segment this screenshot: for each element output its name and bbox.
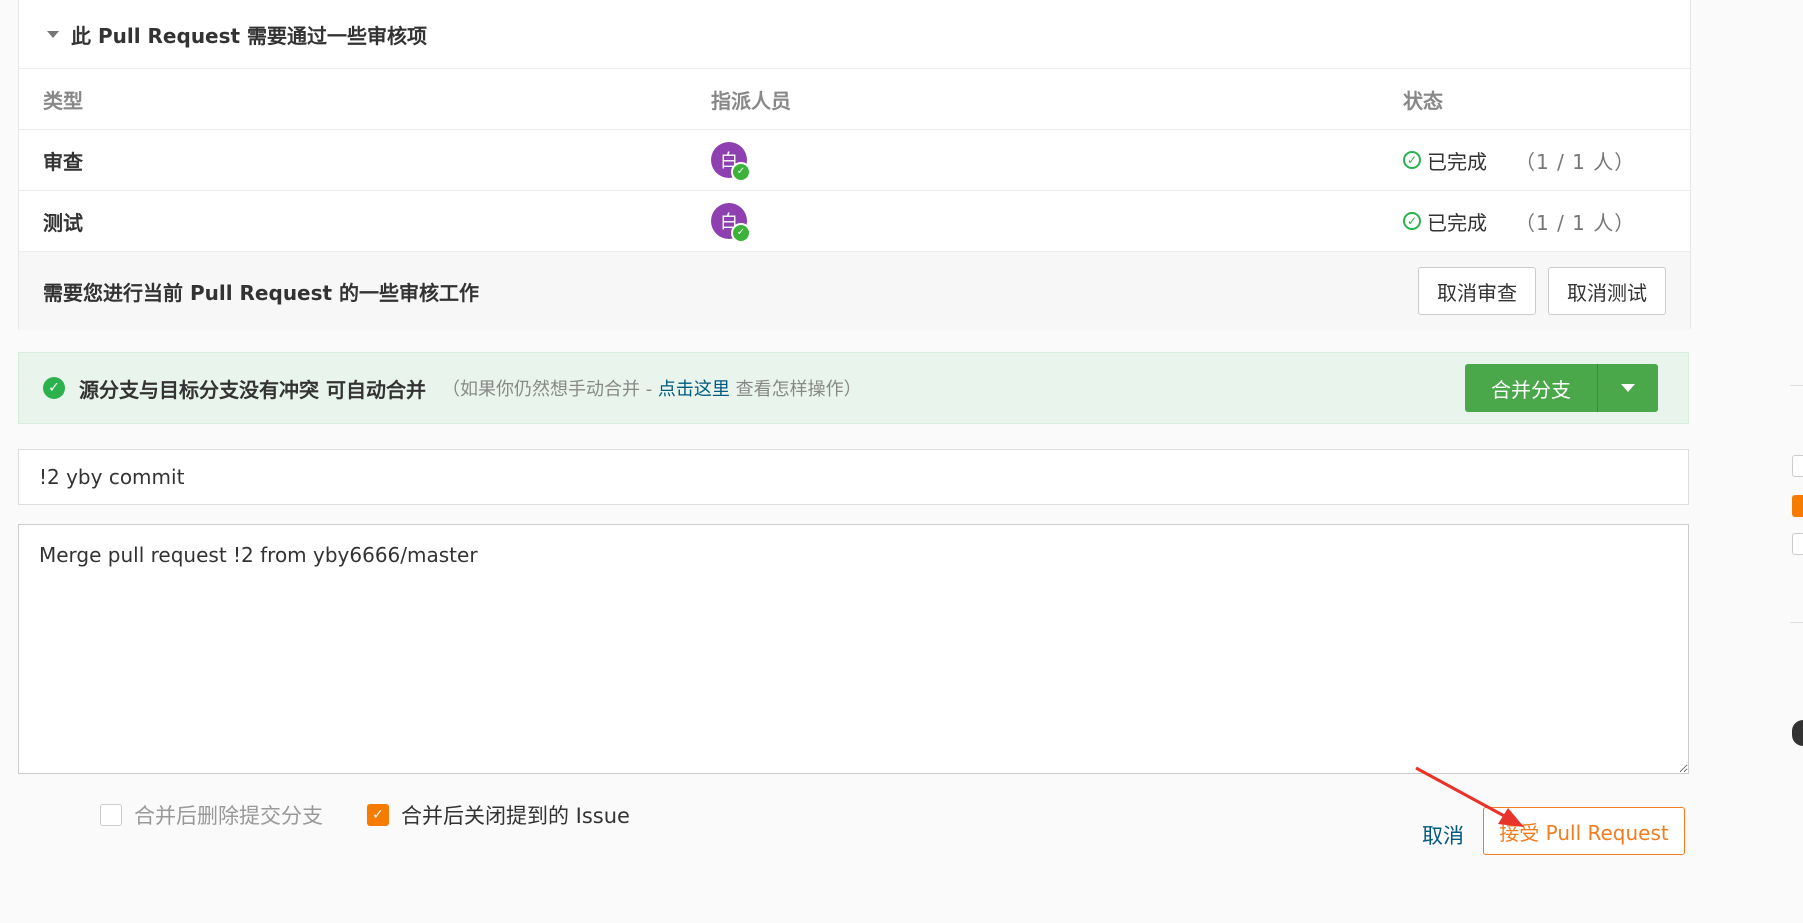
row-assignee: 白 ✓ <box>711 142 1403 182</box>
cancel-review-button[interactable]: 取消审查 <box>1418 267 1536 315</box>
accept-pull-request-button[interactable]: 接受 Pull Request <box>1483 807 1685 855</box>
status-count: （1 / 1 人） <box>1515 149 1636 174</box>
merge-status-title: 源分支与目标分支没有冲突 可自动合并 <box>79 377 426 402</box>
column-assignee: 指派人员 <box>711 88 791 113</box>
cancel-link[interactable]: 取消 <box>1422 820 1464 850</box>
review-footer-text: 需要您进行当前 Pull Request 的一些审核工作 <box>43 280 480 305</box>
column-type: 类型 <box>43 88 83 113</box>
row-status: ✓ 已完成 （1 / 1 人） <box>1403 207 1690 236</box>
merge-hint-suffix: 查看怎样操作） <box>729 379 862 400</box>
sidebar-divider <box>1790 622 1803 623</box>
delete-branch-option[interactable]: 合并后删除提交分支 <box>100 800 323 830</box>
commit-title-input[interactable] <box>18 449 1689 505</box>
check-circle-icon: ✓ <box>43 377 65 399</box>
status-count: （1 / 1 人） <box>1515 210 1636 235</box>
commit-message-textarea[interactable]: Merge pull request !2 from yby6666/maste… <box>18 524 1689 774</box>
manual-merge-link[interactable]: 点击这里 <box>658 379 730 400</box>
review-card: 此 Pull Request 需要通过一些审核项 类型 指派人员 状态 审查 白… <box>18 0 1691 330</box>
row-type: 测试 <box>43 210 83 235</box>
sidebar-checkbox[interactable] <box>1792 533 1803 555</box>
caret-down-icon[interactable] <box>47 30 59 38</box>
review-header-title: 此 Pull Request 需要通过一些审核项 <box>71 23 428 48</box>
check-circle-icon: ✓ <box>1403 212 1421 230</box>
table-row: 审查 白 ✓ ✓ 已完成 （1 / 1 人） <box>19 130 1690 191</box>
merge-dropdown-button[interactable] <box>1597 364 1658 412</box>
sidebar-checkbox[interactable] <box>1792 495 1803 517</box>
merge-status: ✓ 源分支与目标分支没有冲突 可自动合并 （如果你仍然想手动合并 - 点击这里 … <box>19 374 862 403</box>
review-actions: 取消审查 取消测试 <box>1418 267 1666 315</box>
close-issue-label: 合并后关闭提到的 Issue <box>401 804 630 828</box>
table-row: 测试 白 ✓ ✓ 已完成 （1 / 1 人） <box>19 191 1690 252</box>
review-footer: 需要您进行当前 Pull Request 的一些审核工作 取消审查 取消测试 <box>19 252 1690 330</box>
check-icon: ✓ <box>731 223 751 243</box>
avatar[interactable]: 白 ✓ <box>711 142 751 182</box>
status-text: 已完成 <box>1427 149 1487 174</box>
close-issue-option[interactable]: ✓ 合并后关闭提到的 Issue <box>367 800 630 830</box>
merge-hint-prefix: （如果你仍然想手动合并 - <box>441 379 658 400</box>
row-type: 审查 <box>43 149 83 174</box>
check-icon: ✓ <box>731 162 751 182</box>
status-text: 已完成 <box>1427 210 1487 235</box>
review-header[interactable]: 此 Pull Request 需要通过一些审核项 <box>19 0 1690 69</box>
delete-branch-label: 合并后删除提交分支 <box>134 804 323 828</box>
close-issue-checkbox[interactable]: ✓ <box>367 804 389 826</box>
cancel-test-button[interactable]: 取消测试 <box>1548 267 1666 315</box>
sidebar-divider <box>1790 385 1803 386</box>
column-status: 状态 <box>1403 88 1443 113</box>
merge-branch-button[interactable]: 合并分支 <box>1465 364 1597 412</box>
review-table-header: 类型 指派人员 状态 <box>19 69 1690 130</box>
sidebar-checkbox[interactable] <box>1792 455 1803 477</box>
row-status: ✓ 已完成 （1 / 1 人） <box>1403 146 1690 175</box>
caret-down-icon <box>1621 384 1635 392</box>
sidebar-avatar[interactable] <box>1792 720 1803 746</box>
merge-button-group: 合并分支 <box>1465 364 1658 412</box>
row-assignee: 白 ✓ <box>711 203 1403 243</box>
delete-branch-checkbox[interactable] <box>100 804 122 826</box>
merge-status-box: ✓ 源分支与目标分支没有冲突 可自动合并 （如果你仍然想手动合并 - 点击这里 … <box>18 352 1689 424</box>
avatar[interactable]: 白 ✓ <box>711 203 751 243</box>
check-circle-icon: ✓ <box>1403 151 1421 169</box>
merge-hint: （如果你仍然想手动合并 - 点击这里 查看怎样操作） <box>442 375 862 401</box>
